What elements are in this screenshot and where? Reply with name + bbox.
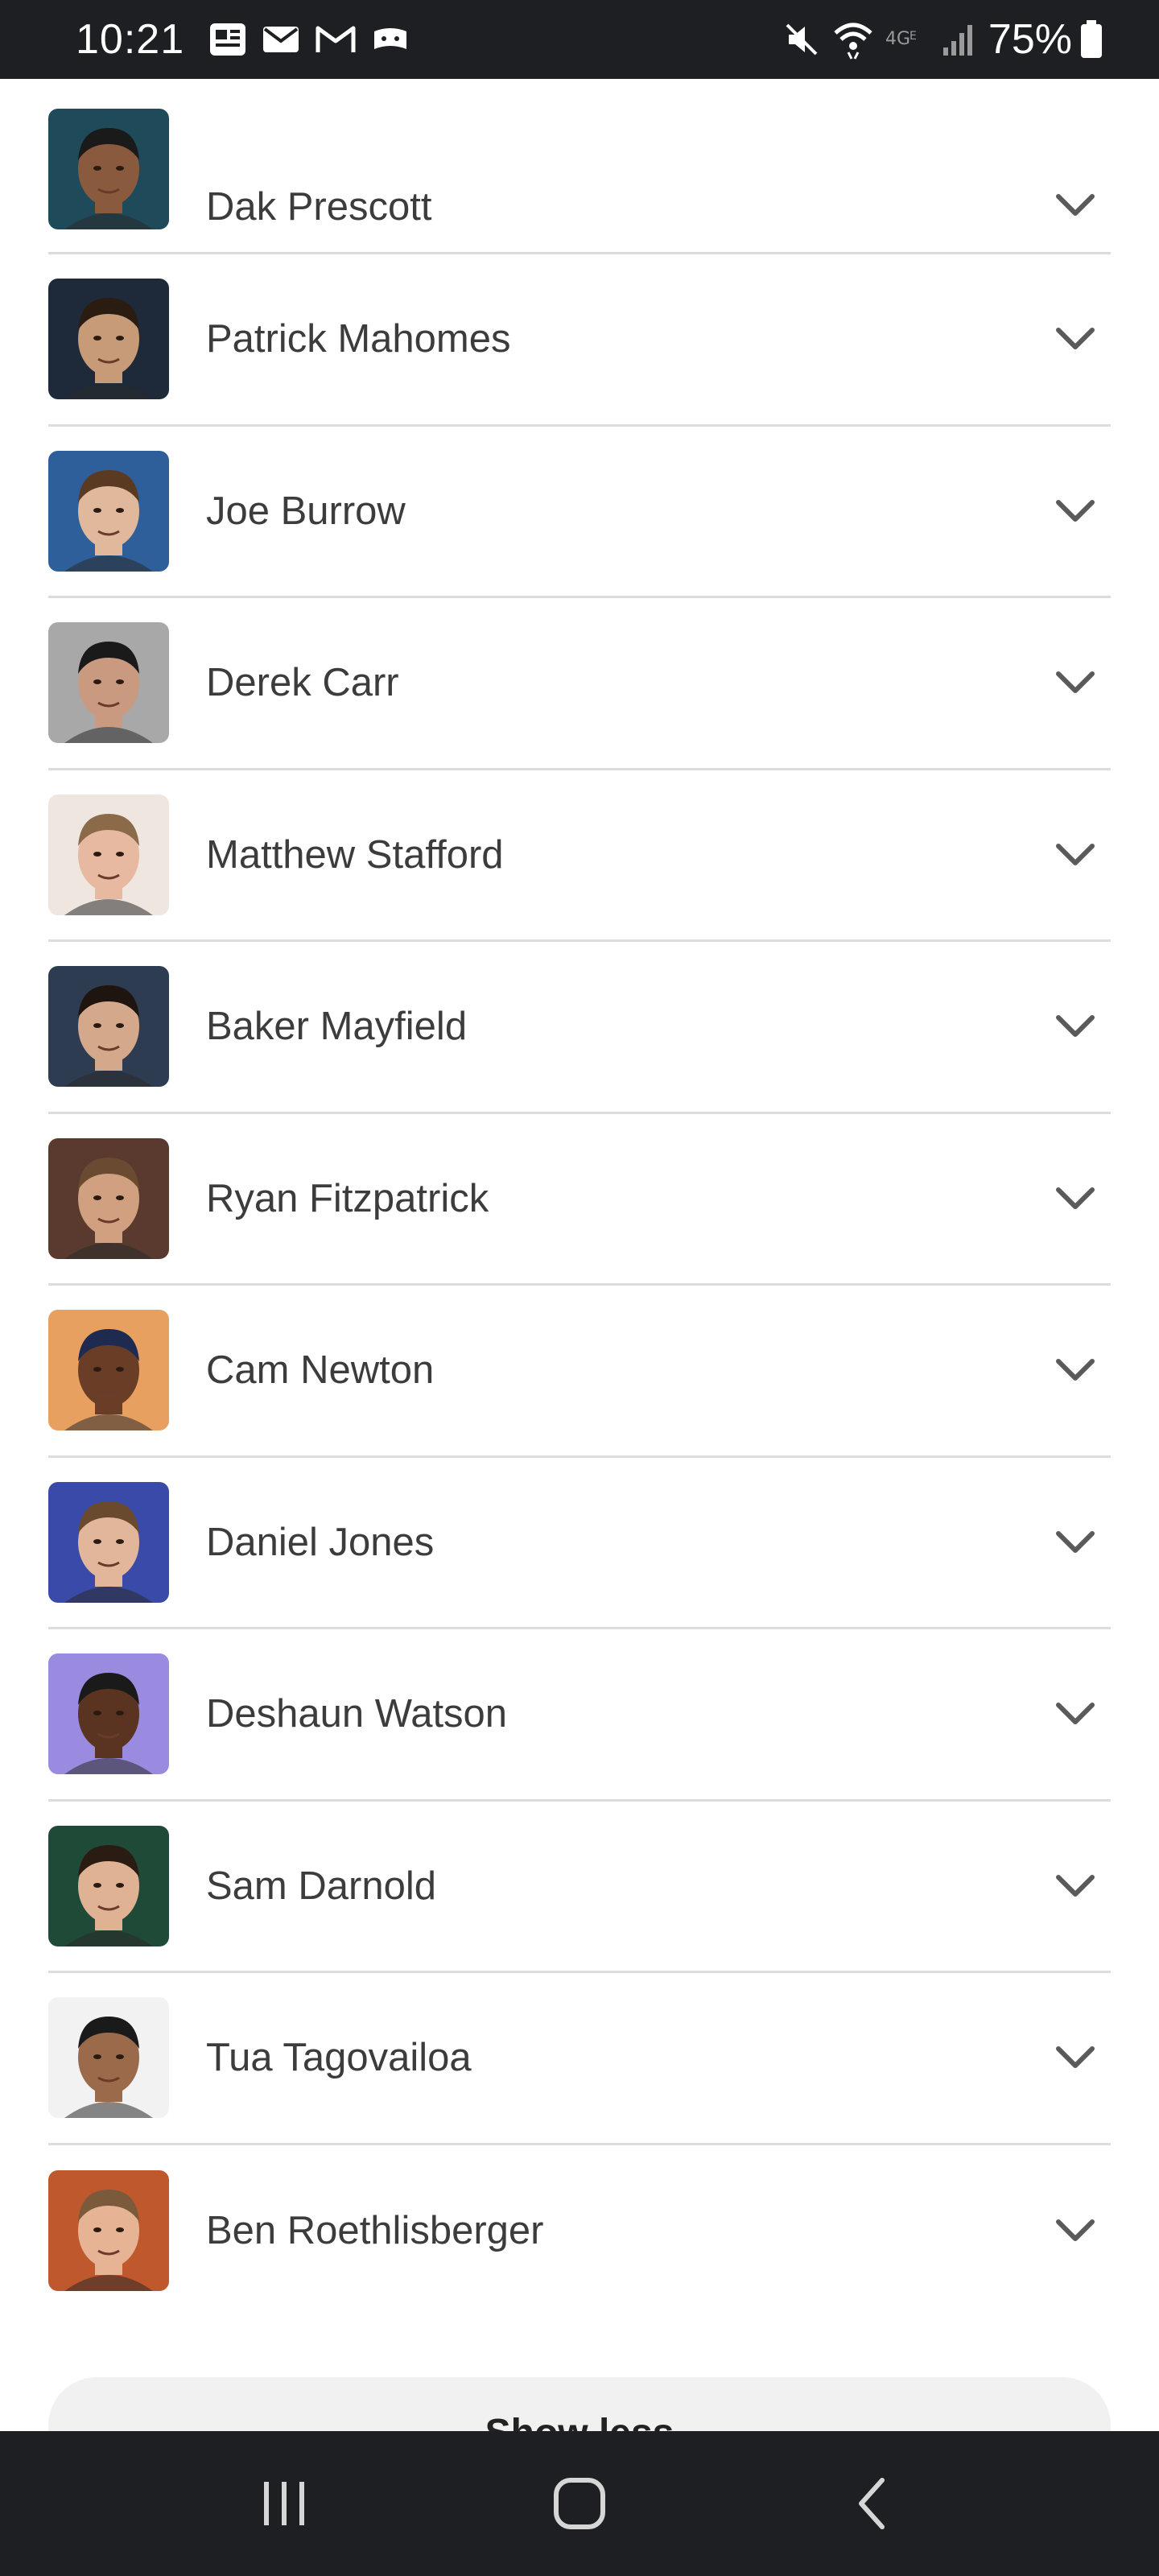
svg-text:4G: 4G — [885, 29, 910, 49]
back-icon — [858, 2478, 885, 2529]
chevron-down-icon[interactable] — [1043, 1174, 1107, 1223]
gmail-icon — [315, 23, 357, 56]
player-row[interactable]: Derek Carr — [48, 598, 1111, 770]
player-name: Joe Burrow — [206, 489, 406, 533]
chevron-down-icon[interactable] — [1043, 658, 1107, 707]
player-avatar — [48, 966, 169, 1088]
battery-icon — [1080, 20, 1103, 59]
player-name: Ben Roethlisberger — [206, 2209, 544, 2253]
player-row[interactable]: Sam Darnold — [48, 1802, 1111, 1973]
status-time: 10:21 — [76, 16, 185, 63]
player-avatar — [48, 622, 169, 744]
player-row[interactable]: Cam Newton — [48, 1286, 1111, 1458]
news-icon — [208, 22, 247, 57]
recents-button[interactable] — [236, 2455, 332, 2552]
player-name: Tua Tagovailoa — [206, 2036, 472, 2080]
mute-icon — [782, 20, 821, 59]
player-avatar — [48, 1997, 169, 2119]
svg-text:E: E — [909, 30, 917, 43]
player-avatar — [48, 2170, 169, 2292]
chevron-down-icon[interactable] — [1043, 1862, 1107, 1910]
player-row[interactable]: Deshaun Watson — [48, 1629, 1111, 1802]
player-row[interactable]: Patrick Mahomes — [48, 254, 1111, 427]
player-row[interactable]: Dak Prescott — [48, 79, 1111, 254]
chevron-down-icon[interactable] — [1043, 1518, 1107, 1567]
player-avatar — [48, 1481, 169, 1603]
player-name: Deshaun Watson — [206, 1692, 508, 1736]
player-row[interactable]: Baker Mayfield — [48, 942, 1111, 1114]
player-name: Ryan Fitzpatrick — [206, 1176, 489, 1220]
player-avatar — [48, 1310, 169, 1431]
chevron-down-icon[interactable] — [1043, 1690, 1107, 1738]
player-row[interactable]: Matthew Stafford — [48, 770, 1111, 942]
player-list: Dak Prescott Patrick Mahomes Joe Burrow Der… — [48, 79, 1111, 2317]
player-name: Baker Mayfield — [206, 1005, 468, 1049]
player-name: Dak Prescott — [206, 185, 432, 229]
player-avatar — [48, 109, 169, 229]
player-name: Patrick Mahomes — [206, 317, 511, 361]
status-bar: 10:21 4G E 75% — [0, 0, 1159, 79]
chevron-down-icon[interactable] — [1043, 1346, 1107, 1394]
chevron-down-icon[interactable] — [1043, 2207, 1107, 2255]
game-icon — [371, 25, 410, 54]
player-name: Daniel Jones — [206, 1520, 435, 1564]
player-row[interactable]: Daniel Jones — [48, 1458, 1111, 1629]
recents-icon — [264, 2482, 305, 2525]
chevron-down-icon[interactable] — [1043, 315, 1107, 363]
player-avatar — [48, 794, 169, 915]
player-name: Cam Newton — [206, 1348, 435, 1393]
back-button[interactable] — [827, 2455, 923, 2552]
chevron-down-icon[interactable] — [1043, 1002, 1107, 1051]
player-avatar — [48, 450, 169, 572]
player-avatar — [48, 1825, 169, 1946]
player-name: Matthew Stafford — [206, 832, 504, 877]
player-avatar — [48, 1653, 169, 1775]
chevron-down-icon[interactable] — [1043, 831, 1107, 879]
home-icon — [553, 2478, 605, 2529]
message-icon — [262, 25, 300, 54]
chevron-down-icon[interactable] — [1043, 181, 1107, 229]
player-avatar — [48, 1137, 169, 1259]
player-row[interactable]: Ben Roethlisberger — [48, 2145, 1111, 2318]
battery-percent: 75% — [988, 16, 1072, 63]
wifi-icon — [832, 19, 874, 60]
signal-icon — [942, 22, 977, 57]
player-row[interactable]: Tua Tagovailoa — [48, 1973, 1111, 2145]
player-avatar — [48, 279, 169, 400]
player-name: Sam Darnold — [206, 1864, 436, 1908]
lte-icon: 4G E — [885, 25, 930, 54]
player-row[interactable]: Joe Burrow — [48, 427, 1111, 598]
player-name: Derek Carr — [206, 661, 399, 705]
chevron-down-icon[interactable] — [1043, 487, 1107, 535]
home-button[interactable] — [531, 2455, 628, 2552]
chevron-down-icon[interactable] — [1043, 2033, 1107, 2082]
player-row[interactable]: Ryan Fitzpatrick — [48, 1114, 1111, 1286]
navigation-bar — [0, 2431, 1159, 2576]
